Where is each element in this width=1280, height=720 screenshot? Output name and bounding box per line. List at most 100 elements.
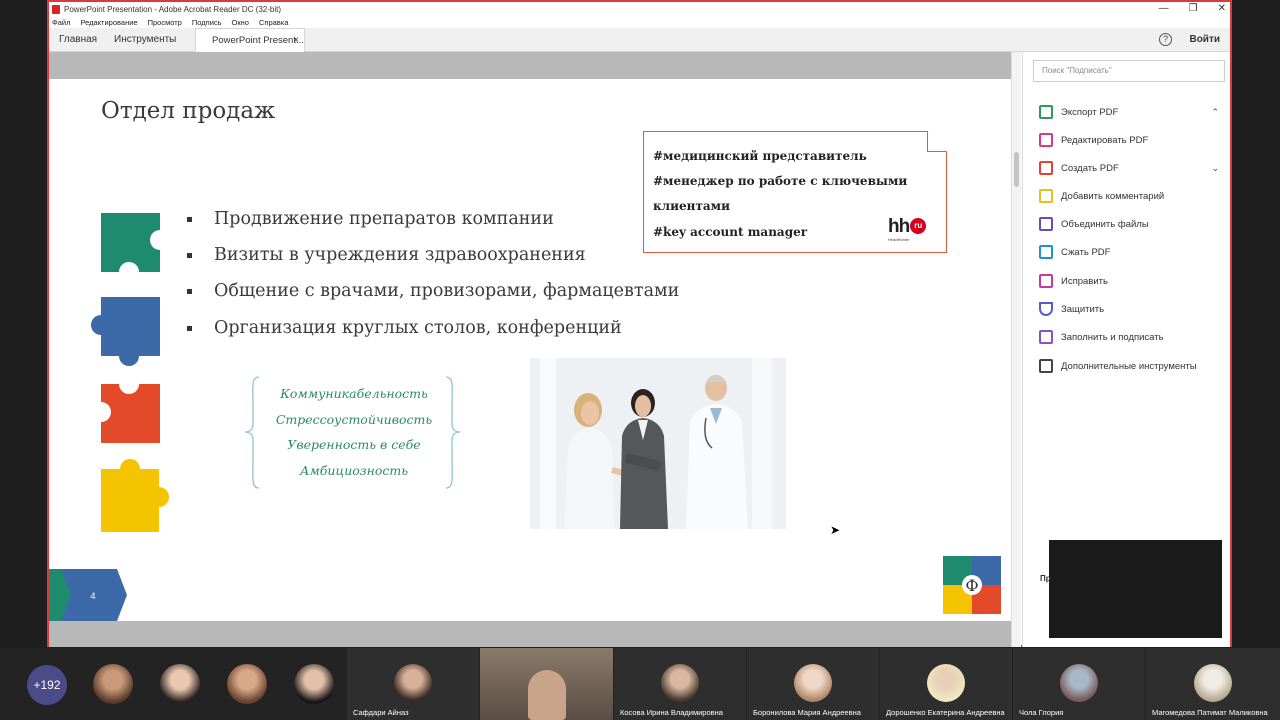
document-area[interactable]: Отдел продаж #медицинский представитель … [49, 52, 1011, 647]
company-puzzle-logo: Ф [943, 556, 1001, 614]
tab-document-label: PowerPoint Present... [212, 35, 304, 46]
close-window-button[interactable]: ✕ [1218, 2, 1226, 16]
participant-avatar [661, 664, 699, 702]
hh-logo-ru: ru [910, 218, 927, 234]
tool-item[interactable]: Исправить [1039, 273, 1219, 289]
headhunter-logo: hh ru HeadHunter [888, 216, 927, 242]
participant-name: Косова Ирина Владимировна [620, 708, 723, 717]
bullet-text: Продвижение препаратов компании [214, 209, 554, 229]
tab-document[interactable]: PowerPoint Present... × [195, 28, 305, 52]
window-title: PowerPoint Presentation - Adobe Acrobat … [64, 4, 282, 14]
participant-tile[interactable]: Боронилова Мария Андреевна [747, 648, 879, 720]
tool-item[interactable]: Заполнить и подписать [1039, 329, 1219, 345]
fill-sign-icon [1039, 330, 1053, 344]
bullet-text: Общение с врачами, провизорами, фармацев… [214, 281, 680, 301]
participant-name: Сафдари Айназ [353, 708, 409, 717]
participant-avatar [927, 664, 965, 702]
login-button[interactable]: Войти [1189, 28, 1220, 52]
bullet-dot [187, 216, 192, 222]
tab-home[interactable]: Главная [49, 28, 107, 52]
menu-view[interactable]: Просмотр [148, 18, 182, 27]
participant-avatar[interactable] [160, 664, 200, 704]
tool-label: Объединить файлы [1061, 218, 1149, 230]
tool-item[interactable]: Дополнительные инструменты [1039, 358, 1219, 374]
participant-avatar [1060, 664, 1098, 702]
export-pdf-icon [1039, 105, 1053, 119]
participant-avatar[interactable] [227, 664, 267, 704]
tool-item[interactable]: Защитить [1039, 301, 1219, 317]
tool-label: Сжать PDF [1061, 246, 1111, 258]
participant-tile[interactable]: Магомедова Патимат Маликовна [1146, 648, 1280, 720]
close-tab-icon[interactable]: × [293, 29, 299, 53]
hh-logo-text: hh [888, 216, 910, 237]
menu-edit[interactable]: Редактирование [80, 18, 137, 27]
participant-video-tile[interactable] [480, 648, 613, 720]
chevron-up-icon[interactable]: ⌃ [1211, 107, 1219, 118]
logo-letter: Ф [965, 576, 978, 595]
participant-video-face [528, 670, 566, 720]
skill-item: Амбициозность [299, 463, 409, 478]
tool-item[interactable]: Экспорт PDF ⌃ [1039, 104, 1219, 120]
tool-label: Добавить комментарий [1061, 190, 1165, 202]
vertical-scrollbar[interactable] [1011, 52, 1021, 647]
participant-tile[interactable]: Косова Ирина Владимировна [614, 648, 746, 720]
maximize-button[interactable]: ❐ [1189, 2, 1198, 16]
help-icon[interactable]: ? [1159, 33, 1172, 46]
hh-tag: #медицинский представитель [653, 149, 867, 163]
tool-label: Редактировать PDF [1061, 134, 1149, 146]
menu-bar: Файл Редактирование Просмотр Подпись Окн… [49, 16, 1230, 28]
participant-avatar [1194, 664, 1232, 702]
participant-avatar[interactable] [93, 664, 133, 704]
combine-icon [1039, 217, 1053, 231]
participant-count-badge[interactable]: +192 [27, 665, 67, 705]
tool-label: Экспорт PDF [1061, 106, 1119, 118]
participant-name: Чола Глория [1019, 708, 1064, 717]
tab-tools[interactable]: Инструменты [104, 28, 186, 52]
bullet-item: Визиты в учреждения здравоохранения [187, 245, 586, 265]
doctors-photo [530, 358, 786, 529]
minimize-button[interactable]: — [1159, 2, 1169, 16]
scrollbar-thumb[interactable] [1014, 152, 1019, 187]
yellow-puzzle-piece-icon [101, 459, 169, 532]
bullet-text: Организация круглых столов, конференций [214, 318, 622, 338]
tool-item[interactable]: Объединить файлы [1039, 216, 1219, 232]
participant-tile[interactable]: Дорошенко Екатерина Андреевна [880, 648, 1012, 720]
bullet-item: Общение с врачами, провизорами, фармацев… [187, 281, 679, 301]
menu-sign[interactable]: Подпись [192, 18, 222, 27]
page-number-badge: 4 [49, 569, 127, 621]
hh-tag: #key account manager [653, 225, 808, 239]
hh-tag: клиентами [653, 199, 730, 213]
protect-icon [1039, 302, 1053, 316]
tool-label: Исправить [1061, 275, 1108, 287]
tools-search-input[interactable]: Поиск "Подписать" [1033, 60, 1225, 82]
skill-item: Стрессоустойчивость [275, 412, 433, 427]
mouse-cursor-icon: ➤ [830, 523, 841, 537]
hh-tag: #менеджер по работе с ключевыми [653, 174, 908, 188]
participant-name: Дорошенко Екатерина Андреевна [886, 708, 1005, 717]
menu-help[interactable]: Справка [259, 18, 288, 27]
tool-label: Защитить [1061, 303, 1105, 315]
skill-item: Уверенность в себе [287, 437, 421, 452]
slide: Отдел продаж #медицинский представитель … [49, 79, 1011, 621]
partial-panel-label: Пр [1040, 574, 1051, 583]
tool-item[interactable]: Сжать PDF [1039, 244, 1219, 260]
participant-avatar[interactable] [294, 664, 334, 704]
participant-tile[interactable]: Сафдари Айназ [347, 648, 479, 720]
page-number: 4 [90, 591, 95, 601]
tab-bar: Главная Инструменты PowerPoint Present..… [49, 28, 1230, 52]
orange-puzzle-piece-icon [101, 384, 160, 443]
tool-item[interactable]: Редактировать PDF [1039, 132, 1219, 148]
menu-window[interactable]: Окно [232, 18, 249, 27]
hh-tags-box: #медицинский представитель #менеджер по … [643, 131, 947, 253]
tool-label: Создать PDF [1061, 162, 1119, 174]
edit-pdf-icon [1039, 133, 1053, 147]
create-pdf-icon [1039, 161, 1053, 175]
tool-item[interactable]: Создать PDF ⌄ [1039, 160, 1219, 176]
bullet-item: Продвижение препаратов компании [187, 209, 554, 229]
tool-item[interactable]: Добавить комментарий [1039, 188, 1219, 204]
participant-tile[interactable]: Чола Глория [1013, 648, 1145, 720]
participant-avatar [794, 664, 832, 702]
title-bar: PowerPoint Presentation - Adobe Acrobat … [49, 2, 1230, 16]
menu-file[interactable]: Файл [52, 18, 70, 27]
chevron-down-icon[interactable]: ⌄ [1211, 163, 1219, 174]
